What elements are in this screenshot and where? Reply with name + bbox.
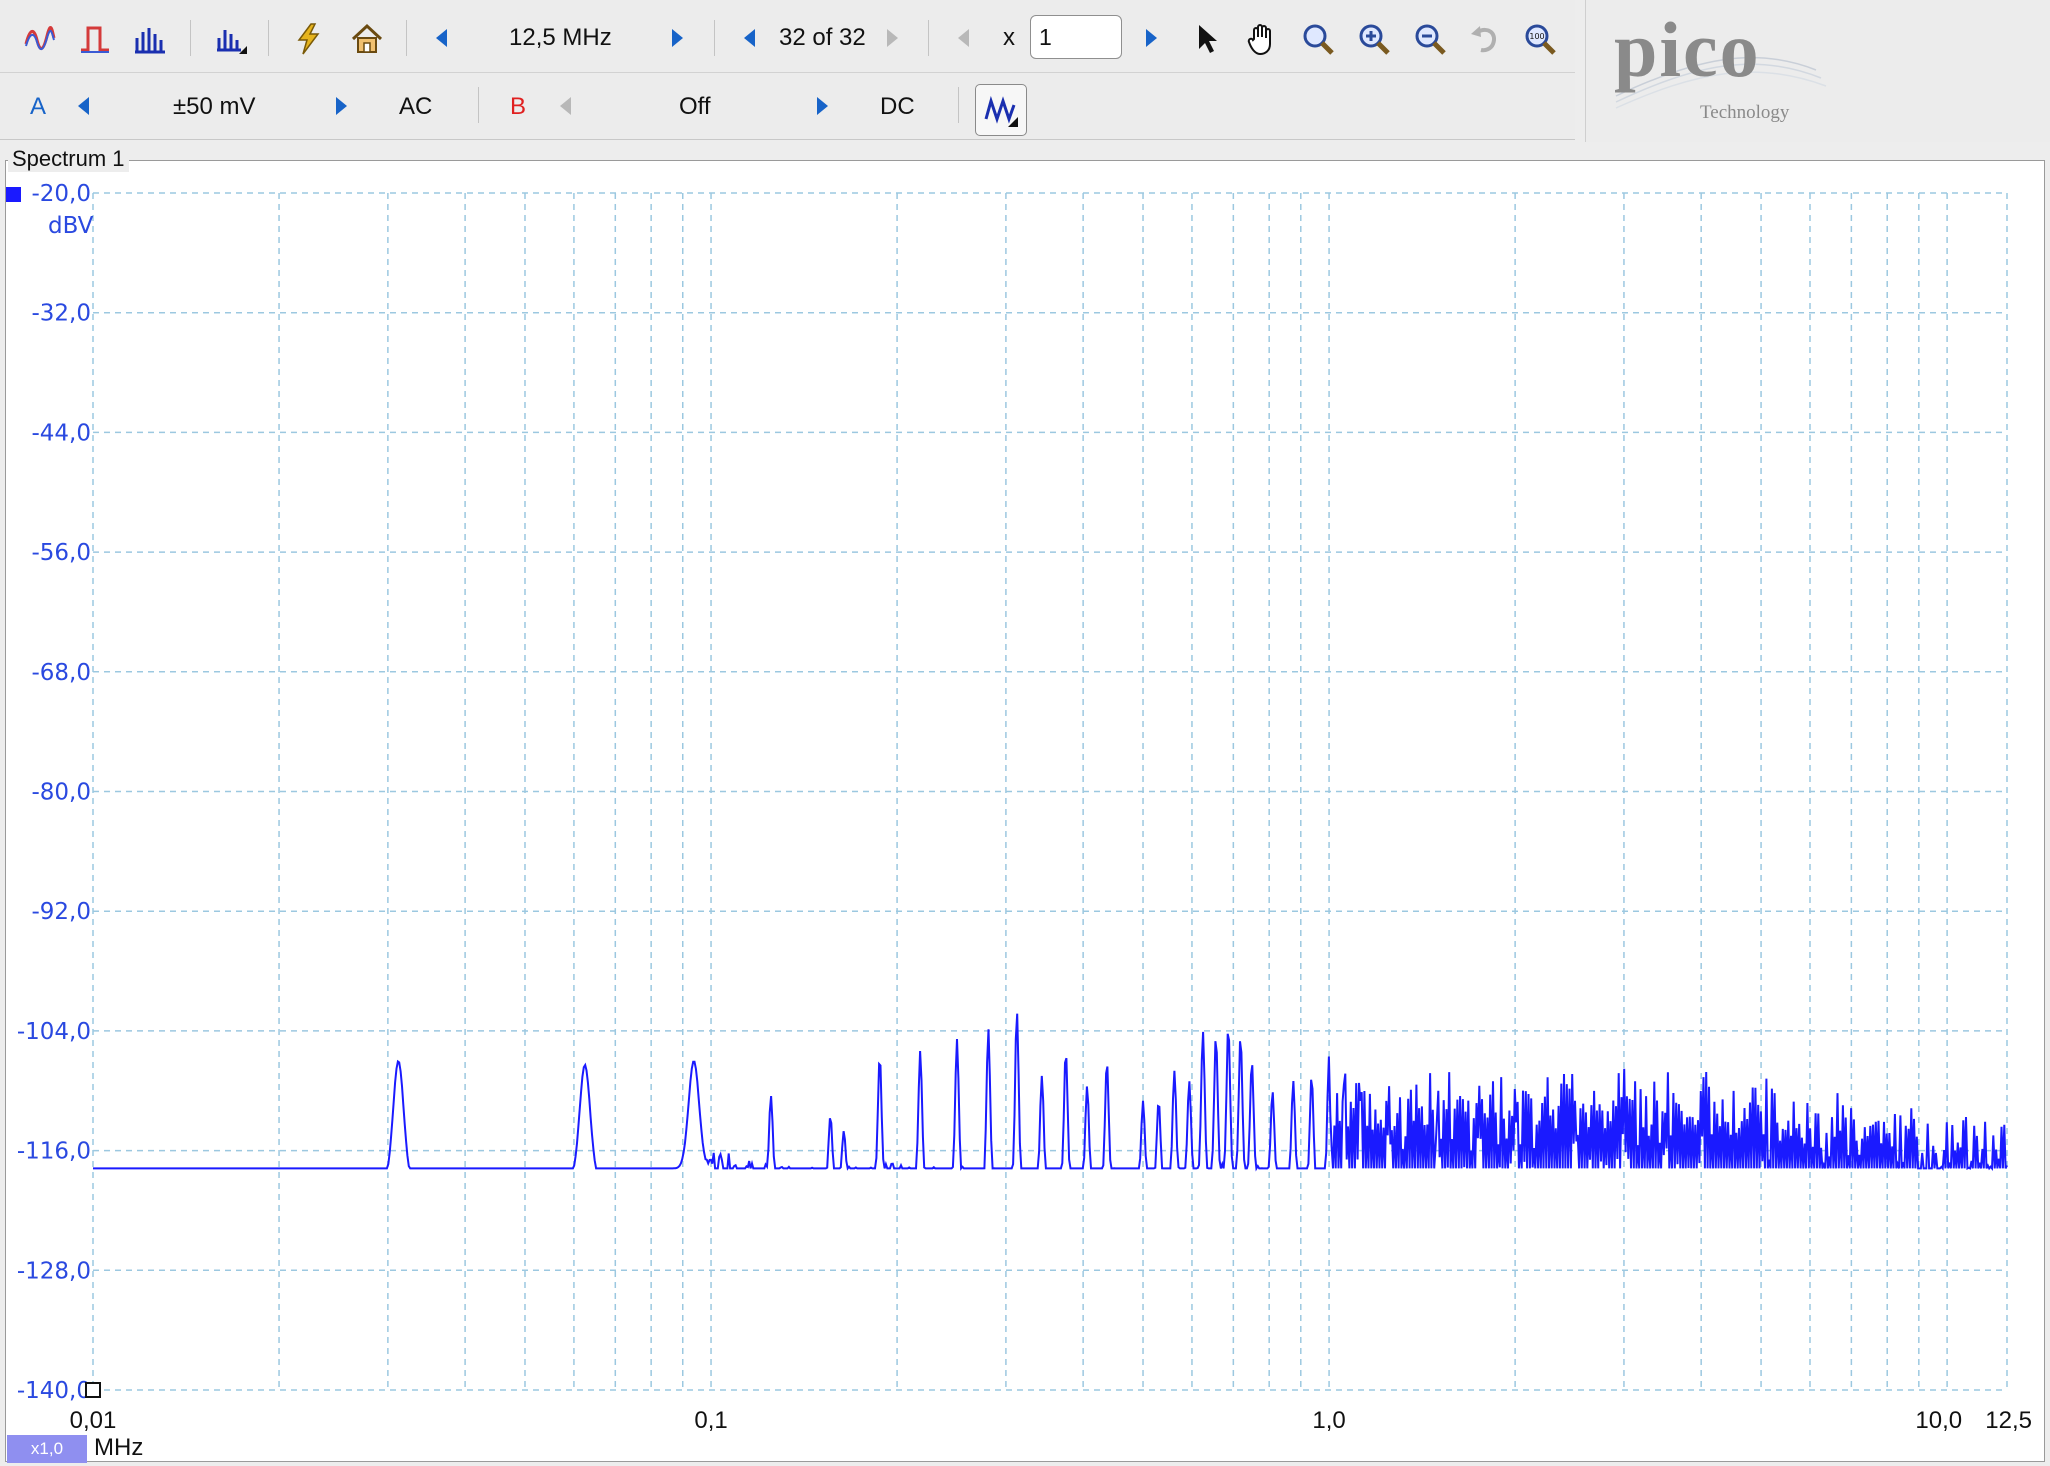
spectrum-trace: [93, 1013, 2008, 1172]
origin-marker[interactable]: [85, 1382, 101, 1398]
y-tick-label: -92,0: [31, 899, 91, 925]
chart-grid: [92, 192, 2008, 1391]
x-tick-label: 1,0: [1312, 1407, 1345, 1434]
x-tick-label: 12,5: [1985, 1407, 2032, 1434]
x-axis-ticks: 0,01 0,1 1,0 10,0 12,5: [70, 1407, 2032, 1434]
y-tick-label: -116,0: [17, 1139, 91, 1165]
y-tick-label: -68,0: [31, 660, 91, 686]
y-tick-label: -32,0: [31, 301, 91, 327]
y-tick-label: -104,0: [17, 1019, 91, 1045]
y-tick-label: -128,0: [17, 1258, 91, 1284]
x-unit-label: MHz: [94, 1434, 144, 1461]
y-tick-label: -80,0: [31, 780, 91, 806]
x-tick-label: 0,1: [694, 1407, 727, 1434]
x-tick-label: 10,0: [1915, 1407, 1962, 1434]
y-tick-label: -44,0: [31, 420, 91, 446]
spectrum-chart[interactable]: -20,0 -32,0 -44,0 -56,0 -68,0 -80,0 -92,0 -104,…: [0, 0, 2050, 1466]
y-unit-label: dBV: [48, 213, 94, 239]
y-tick-label: -20,0: [31, 181, 91, 207]
y-tick-label: -140,0: [17, 1378, 91, 1404]
y-axis-ticks: -20,0 -32,0 -44,0 -56,0 -68,0 -80,0 -92,0 -104,…: [17, 181, 91, 1404]
x-scale-badge[interactable]: x1,0: [7, 1435, 87, 1463]
x-tick-label: 0,01: [70, 1407, 117, 1434]
channel-a-marker[interactable]: [6, 187, 21, 202]
y-tick-label: -56,0: [31, 540, 91, 566]
